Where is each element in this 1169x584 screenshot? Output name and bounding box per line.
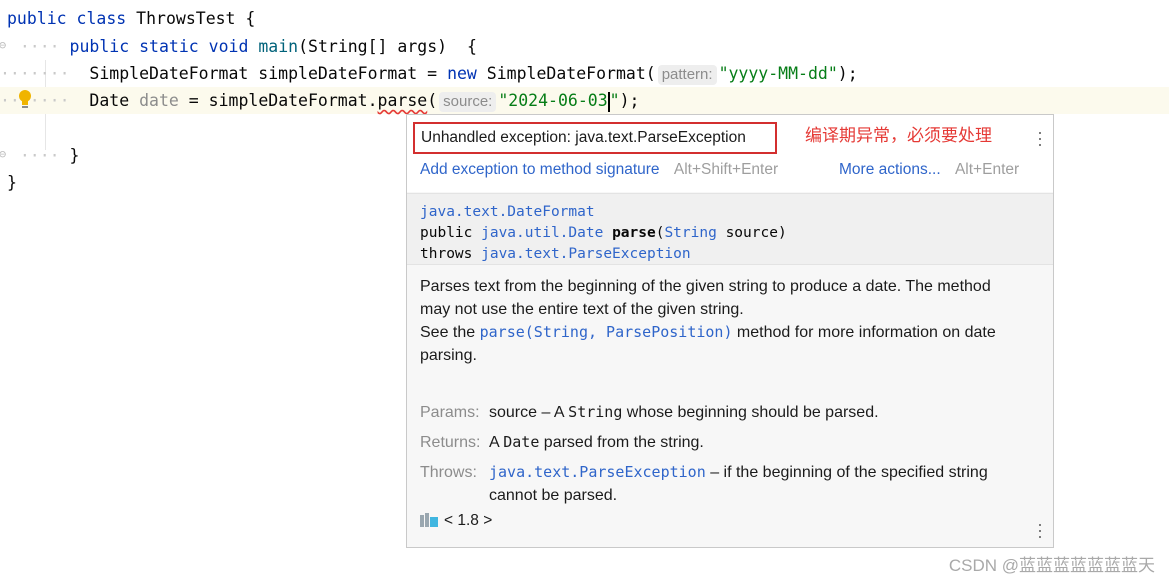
returns-text-end: parsed from the string. bbox=[539, 434, 704, 451]
exception-link[interactable]: java.text.ParseException bbox=[481, 246, 691, 262]
shortcut-label: Alt+Enter bbox=[954, 161, 1020, 178]
watermark: CSDN @蓝蓝蓝蓝蓝蓝蓝天 bbox=[948, 556, 1155, 575]
keyword: void bbox=[208, 37, 249, 56]
brace: } bbox=[7, 173, 17, 192]
params-text: source – A bbox=[489, 404, 569, 421]
library-version[interactable]: < 1.8 > bbox=[420, 511, 492, 531]
returns-label: Returns: bbox=[420, 434, 481, 451]
doc-paragraph: Parses text from the beginning of the gi… bbox=[420, 278, 991, 318]
variable-name: date bbox=[139, 91, 179, 110]
code-line-4[interactable]: ······· Date date = simpleDateFormat.par… bbox=[0, 87, 1169, 114]
params-code: String bbox=[568, 403, 623, 421]
code-line-2[interactable]: ···· public static void main(String[] ar… bbox=[0, 33, 1169, 60]
add-exception-action[interactable]: Add exception to method signature Alt+Sh… bbox=[420, 160, 778, 180]
brace: } bbox=[69, 146, 80, 165]
sig-throws: throws bbox=[420, 246, 482, 262]
throws-value: java.text.ParseException – if the beginn… bbox=[489, 461, 1029, 507]
variable-name: simpleDateFormat bbox=[258, 64, 418, 83]
more-options-icon[interactable]: · · · bbox=[1037, 123, 1043, 153]
returns-code: Date bbox=[503, 433, 540, 451]
error-message: Unhandled exception: java.text.ParseExce… bbox=[413, 122, 777, 154]
indent-dots: ···· bbox=[0, 37, 70, 56]
doc-description: Parses text from the beginning of the gi… bbox=[420, 275, 1020, 367]
throws-exception-link[interactable]: java.text.ParseException bbox=[489, 463, 706, 481]
popup-header: Unhandled exception: java.text.ParseExce… bbox=[407, 115, 1053, 192]
statement-end: ); bbox=[619, 91, 640, 110]
indent-dots: ···· bbox=[0, 146, 70, 165]
parse-position-link[interactable]: parse(String, ParsePosition) bbox=[480, 323, 733, 341]
more-actions-link[interactable]: More actions... bbox=[839, 161, 941, 178]
param-hint: pattern: bbox=[657, 65, 717, 85]
more-options-icon[interactable]: · · · bbox=[1037, 515, 1043, 545]
library-icon bbox=[420, 513, 438, 527]
method-signature: java.text.DateFormat public java.util.Da… bbox=[407, 193, 1053, 265]
params: (String[] args) bbox=[298, 37, 448, 56]
indent-dots: ······· bbox=[0, 64, 90, 83]
type-name: Date bbox=[89, 91, 130, 110]
keyword: public bbox=[69, 37, 130, 56]
error-call[interactable]: parse bbox=[378, 91, 428, 110]
return-type-link[interactable]: java.util.Date bbox=[481, 225, 603, 241]
doc-paragraph-2: See the parse(String, ParsePosition) met… bbox=[420, 321, 1020, 367]
throws-label: Throws: bbox=[420, 464, 477, 481]
string-literal: "2024-06-03 bbox=[498, 91, 608, 110]
brace: { bbox=[235, 9, 256, 28]
keyword: public bbox=[7, 9, 67, 28]
returns-text: A bbox=[489, 434, 504, 451]
paren: ( bbox=[427, 91, 438, 110]
string-literal: "yyyy-MM-dd" bbox=[718, 64, 838, 83]
params-label: Params: bbox=[420, 404, 480, 421]
keyword: new bbox=[447, 64, 477, 83]
returns-value: A Date parsed from the string. bbox=[489, 431, 1029, 454]
operator: = bbox=[417, 64, 448, 83]
version-label: < 1.8 > bbox=[444, 512, 493, 529]
receiver: simpleDateFormat. bbox=[208, 91, 378, 110]
method-name: main bbox=[258, 37, 299, 56]
add-exception-link[interactable]: Add exception to method signature bbox=[420, 161, 660, 178]
keyword: static bbox=[139, 37, 199, 56]
param-hint: source: bbox=[439, 92, 497, 112]
quick-documentation-popup: Unhandled exception: java.text.ParseExce… bbox=[406, 114, 1054, 548]
indent-dots: ······· bbox=[0, 91, 90, 110]
keyword: class bbox=[76, 9, 127, 28]
sig-param: source) bbox=[716, 225, 787, 241]
code-line-1[interactable]: public class ThrowsTest { bbox=[0, 5, 1169, 32]
operator: = bbox=[178, 91, 209, 110]
class-name: ThrowsTest bbox=[136, 9, 236, 28]
doc-text: See the bbox=[420, 324, 480, 341]
type-name: SimpleDateFormat bbox=[89, 64, 249, 83]
sig-method-name: parse bbox=[612, 225, 656, 241]
statement-end: ); bbox=[837, 64, 858, 83]
more-actions-action[interactable]: More actions... Alt+Enter bbox=[839, 160, 1019, 180]
string-quote: " bbox=[609, 91, 620, 110]
shortcut-label: Alt+Shift+Enter bbox=[673, 161, 779, 178]
params-value: source – A String whose beginning should… bbox=[489, 401, 1029, 424]
lightbulb-icon[interactable] bbox=[17, 89, 33, 109]
params-text-end: whose beginning should be parsed. bbox=[622, 404, 879, 421]
brace: { bbox=[447, 37, 477, 56]
sig-modifier: public bbox=[420, 225, 482, 241]
code-line-3[interactable]: ······· SimpleDateFormat simpleDateForma… bbox=[0, 60, 1169, 87]
param-type-link[interactable]: String bbox=[664, 225, 716, 241]
annotation-text: 编译期异常，必须要处理 bbox=[805, 126, 992, 145]
constructor-call: SimpleDateFormat( bbox=[476, 64, 656, 83]
class-link[interactable]: java.text.DateFormat bbox=[420, 204, 595, 220]
